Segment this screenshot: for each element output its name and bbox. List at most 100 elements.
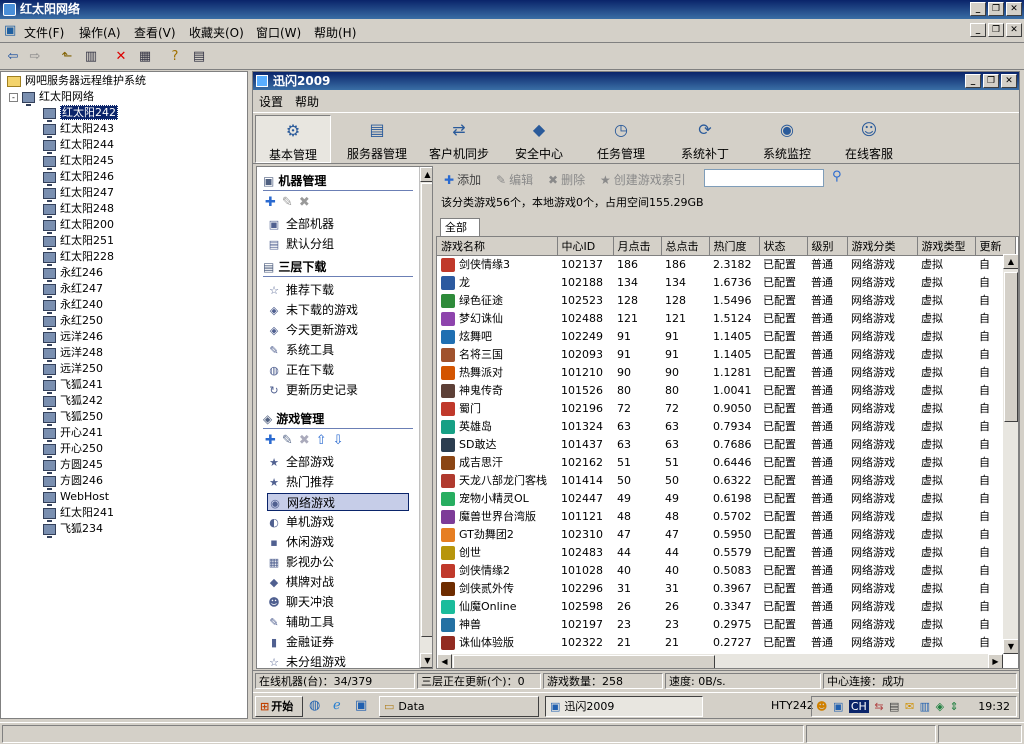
menu-favorites[interactable]: 收藏夹(O): [189, 24, 244, 41]
tree-node[interactable]: 永红246: [43, 265, 103, 282]
tree-node[interactable]: 开心250: [43, 441, 103, 458]
tray-arrows-icon[interactable]: ⇕: [950, 700, 959, 713]
column-header[interactable]: 状态: [759, 237, 808, 256]
back-icon[interactable]: ⇦: [4, 48, 22, 66]
nav-task[interactable]: ◷ 任务管理: [583, 115, 659, 163]
table-row[interactable]: 蜀门 102196 72 72 0.9050 已配置 普通 网络游戏 虚拟 自: [437, 399, 1015, 417]
minimize-button[interactable]: _: [970, 2, 986, 16]
tree-node[interactable]: 红太阳242: [43, 105, 118, 122]
table-row[interactable]: 名将三国 102093 91 91 1.1405 已配置 普通 网络游戏 虚拟 自: [437, 345, 1015, 363]
column-header[interactable]: 中心ID: [557, 237, 614, 256]
table-row[interactable]: 天龙八部龙门客栈 101414 50 50 0.6322 已配置 普通 网络游戏 虚拟 自: [437, 471, 1015, 489]
tree-node[interactable]: 方圆246: [43, 473, 103, 490]
scroll-up-icon[interactable]: ▲: [420, 167, 432, 182]
side-item[interactable]: ☆ 推荐下载: [267, 281, 334, 299]
column-header[interactable]: 更新: [975, 237, 1016, 256]
search-icon[interactable]: ⚲: [832, 169, 842, 184]
tree-node[interactable]: 方圆245: [43, 457, 103, 474]
nav-server[interactable]: ▤ 服务器管理: [337, 115, 417, 163]
globe-icon[interactable]: ◍: [309, 698, 320, 713]
grid-vscroll-thumb[interactable]: [1004, 272, 1018, 422]
table-row[interactable]: 龙 102188 134 134 1.6736 已配置 普通 网络游戏 虚拟 自: [437, 273, 1015, 291]
wrench-icon[interactable]: ✎: [282, 195, 293, 210]
edit-game-button[interactable]: ✎ 编辑: [496, 171, 533, 188]
table-row[interactable]: SD敢达 101437 63 63 0.7686 已配置 普通 网络游戏 虚拟 自: [437, 435, 1015, 453]
tree-node[interactable]: 远洋248: [43, 345, 103, 362]
column-header[interactable]: 级别: [807, 237, 848, 256]
remove-game-icon[interactable]: ✖: [299, 433, 310, 448]
tray-doc-icon[interactable]: ▤: [889, 700, 899, 713]
show-tree-icon[interactable]: ▥: [82, 48, 100, 66]
nav-smiley[interactable]: ☺ 在线客服: [829, 115, 909, 163]
tree-node[interactable]: 红太阳248: [43, 201, 114, 218]
mdi-restore-button[interactable]: ❐: [988, 23, 1004, 37]
column-header[interactable]: 游戏分类: [847, 237, 918, 256]
close-button[interactable]: ✕: [1006, 2, 1022, 16]
table-row[interactable]: 剑侠贰外传 102296 31 31 0.3967 已配置 普通 网络游戏 虚拟 自: [437, 579, 1015, 597]
tree-node[interactable]: 飞狐234: [43, 521, 103, 538]
mdi-minimize-button[interactable]: _: [970, 23, 986, 37]
grid-hscroll-thumb[interactable]: [453, 655, 715, 668]
desktop-icon[interactable]: ▣: [355, 698, 367, 713]
column-header[interactable]: 游戏名称: [437, 237, 558, 256]
side-item[interactable]: ☆ 未分组游戏: [267, 653, 346, 668]
tree-node[interactable]: 永红247: [43, 281, 103, 298]
table-row[interactable]: 剑侠情缘2 101028 40 40 0.5083 已配置 普通 网络游戏 虚拟 自: [437, 561, 1015, 579]
forward-icon[interactable]: ⇨: [26, 48, 44, 66]
side-item[interactable]: ✎ 系统工具: [267, 341, 334, 359]
tray-network-icon[interactable]: ⇆: [874, 700, 883, 713]
tree-node[interactable]: 红太阳228: [43, 249, 114, 266]
side-item[interactable]: ◈ 今天更新游戏: [267, 321, 358, 339]
nav-monitor[interactable]: ◉ 系统监控: [747, 115, 827, 163]
nav-shield[interactable]: ◆ 安全中心: [501, 115, 577, 163]
scroll-down-icon[interactable]: ▼: [420, 653, 432, 668]
menu-help[interactable]: 帮助(H): [314, 24, 356, 41]
side-item[interactable]: ◐ 单机游戏: [267, 513, 334, 531]
help-icon[interactable]: ?: [166, 48, 184, 66]
tree-node[interactable]: 红太阳246: [43, 169, 114, 186]
menu-view[interactable]: 查看(V): [134, 24, 176, 41]
nav-sync[interactable]: ⇄ 客户机同步: [419, 115, 499, 163]
side-item[interactable]: ↻ 更新历史记录: [267, 381, 358, 399]
side-item[interactable]: ✎ 辅助工具: [267, 613, 334, 631]
side-item[interactable]: ▦ 影视办公: [267, 553, 334, 571]
app-close-button[interactable]: ✕: [1001, 74, 1017, 88]
tab-all[interactable]: 全部: [440, 218, 480, 236]
create-index-button[interactable]: ★ 创建游戏索引: [600, 171, 686, 188]
table-row[interactable]: 热舞派对 101210 90 90 1.1281 已配置 普通 网络游戏 虚拟 自: [437, 363, 1015, 381]
tray-monitor-icon[interactable]: ▥: [920, 700, 930, 713]
table-row[interactable]: GT劲舞团2 102310 47 47 0.5950 已配置 普通 网络游戏 虚拟 自: [437, 525, 1015, 543]
tray-shield-icon[interactable]: ◈: [936, 700, 944, 713]
task-xunshan[interactable]: ▣ 迅闪2009: [545, 696, 703, 717]
tree-node[interactable]: 远洋246: [43, 329, 103, 346]
table-row[interactable]: 剑侠情缘3 102137 186 186 2.3182 已配置 普通 网络游戏 虚拟 自: [437, 255, 1015, 273]
side-item[interactable]: ★ 热门推荐: [267, 473, 334, 491]
menu-app-help[interactable]: 帮助: [295, 93, 319, 110]
move-down-icon[interactable]: ⇩: [333, 433, 344, 448]
scroll-left-icon[interactable]: ◀: [437, 654, 452, 668]
grid-scroll-down-icon[interactable]: ▼: [1003, 639, 1018, 654]
nav-patch[interactable]: ⟳ 系统补丁: [665, 115, 745, 163]
tree-node[interactable]: 红太阳200: [43, 217, 114, 234]
grid-hscroll[interactable]: ◀ ▶: [437, 654, 1003, 668]
collapse-icon[interactable]: -: [9, 92, 18, 102]
scroll-right-icon[interactable]: ▶: [988, 654, 1003, 668]
tree-node[interactable]: 飞狐242: [43, 393, 103, 410]
tree-node[interactable]: WebHost: [43, 489, 109, 506]
side-item[interactable]: ▣ 全部机器: [267, 215, 334, 233]
panel-icon[interactable]: ▤: [190, 48, 208, 66]
side-item[interactable]: ★ 全部游戏: [267, 453, 334, 471]
grid-vscroll[interactable]: ▲ ▼: [1003, 254, 1018, 654]
side-item[interactable]: ▮ 金融证券: [267, 633, 334, 651]
tree-node[interactable]: 红太阳244: [43, 137, 114, 154]
menu-settings[interactable]: 设置: [259, 93, 283, 110]
table-row[interactable]: 魔兽世界台湾版 101121 48 48 0.5702 已配置 普通 网络游戏 虚拟 自: [437, 507, 1015, 525]
tree-node[interactable]: 红太阳245: [43, 153, 114, 170]
column-header[interactable]: 热门度: [709, 237, 760, 256]
start-button[interactable]: ⊞ 开始: [255, 696, 303, 717]
grid-scroll-up-icon[interactable]: ▲: [1003, 254, 1018, 269]
tree-node[interactable]: 飞狐241: [43, 377, 103, 394]
tree-node[interactable]: 飞狐250: [43, 409, 103, 426]
tree-root[interactable]: 网吧服务器远程维护系统: [7, 73, 146, 89]
tray-window-icon[interactable]: ▣: [833, 700, 843, 713]
